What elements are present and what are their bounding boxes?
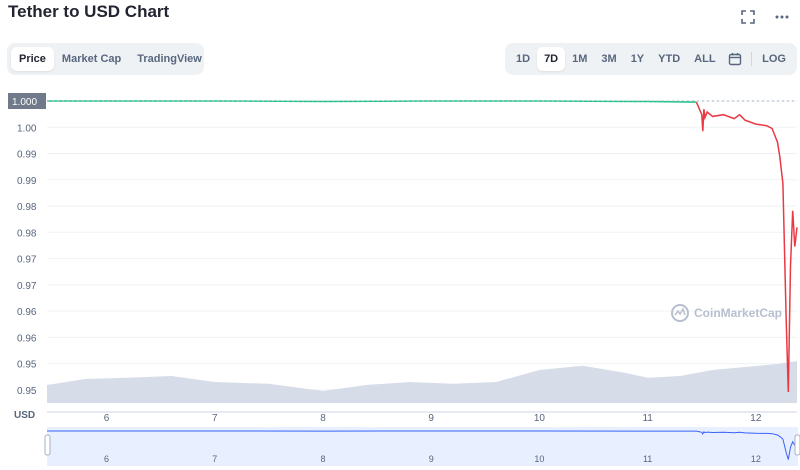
y-tick-label: 0.97 <box>17 255 37 266</box>
expand-button[interactable] <box>737 6 759 28</box>
x-axis: 6 7 8 9 10 11 12 <box>104 413 762 424</box>
x-tick-label: 9 <box>428 413 434 424</box>
y-tick-label: 0.95 <box>17 386 37 397</box>
x-tick-label: 12 <box>750 413 762 424</box>
x-tick-label: 11 <box>642 413 653 424</box>
range-1y[interactable]: 1Y <box>624 47 651 71</box>
navigator-left-handle[interactable] <box>44 434 51 456</box>
navigator-x-tick-label: 9 <box>429 454 434 464</box>
navigator-right-handle[interactable] <box>794 434 800 456</box>
y-tick-label: 0.98 <box>17 228 37 239</box>
y-tick-label: 0.99 <box>17 176 37 187</box>
x-tick-label: 7 <box>212 413 218 424</box>
expand-icon <box>741 10 755 24</box>
y-axis-unit-label: USD <box>14 410 35 421</box>
more-button[interactable] <box>771 6 793 28</box>
y-tick-label: 0.96 <box>17 333 37 344</box>
range-3m[interactable]: 3M <box>594 47 623 71</box>
navigator-background <box>47 427 798 466</box>
range-navigator[interactable]: 6 7 8 9 10 11 12 <box>44 427 800 466</box>
range-1d[interactable]: 1D <box>509 47 537 71</box>
log-scale-toggle[interactable]: LOG <box>755 47 793 71</box>
calendar-icon <box>729 53 742 66</box>
x-tick-label: 10 <box>534 413 546 424</box>
chart-grid <box>47 100 797 391</box>
chart-type-tabs: Price Market Cap TradingView <box>7 43 204 75</box>
more-horizontal-icon <box>775 15 789 19</box>
range-all[interactable]: ALL <box>687 47 722 71</box>
y-tick-label: 0.98 <box>17 202 37 213</box>
navigator-x-tick-label: 8 <box>320 454 325 464</box>
y-tick-label: 0.96 <box>17 307 37 318</box>
range-7d[interactable]: 7D <box>537 47 566 71</box>
range-selector: 1D 7D 1M 3M 1Y YTD ALL LOG <box>505 43 797 75</box>
watermark: CoinMarketCap <box>670 303 782 323</box>
y-tick-label: 0.95 <box>17 360 37 371</box>
navigator-x-tick-label: 6 <box>104 454 109 464</box>
tab-price[interactable]: Price <box>11 47 54 71</box>
range-ytd[interactable]: YTD <box>651 47 687 71</box>
date-picker-button[interactable] <box>723 47 749 71</box>
separator <box>751 52 753 66</box>
page-title: Tether to USD Chart <box>8 2 170 21</box>
price-line <box>47 100 798 393</box>
navigator-x-tick-label: 7 <box>212 454 217 464</box>
y-tick-label: 0.97 <box>17 281 37 292</box>
y-tick-label: 1.00 <box>17 123 37 134</box>
price-line-down <box>695 101 798 393</box>
current-price-label: 1.000 <box>12 97 37 108</box>
price-chart[interactable]: 1.000 1.00 0.99 0.99 0.98 0.98 0.97 0.97 0.96 0.9… <box>0 90 800 470</box>
coinmarketcap-logo-icon <box>671 304 689 322</box>
x-tick-label: 6 <box>104 413 110 424</box>
x-tick-label: 8 <box>320 413 326 424</box>
tab-market-cap[interactable]: Market Cap <box>54 47 129 71</box>
range-1m[interactable]: 1M <box>565 47 594 71</box>
tab-tradingview[interactable]: TradingView <box>129 47 210 71</box>
navigator-x-tick-label: 11 <box>643 454 652 464</box>
y-axis: 1.000 1.00 0.99 0.99 0.98 0.98 0.97 0.97 0.96 0.9… <box>8 93 797 397</box>
navigator-x-tick-label: 10 <box>534 454 544 464</box>
volume-area <box>47 361 797 403</box>
y-tick-label: 0.99 <box>17 150 37 161</box>
navigator-x-tick-label: 12 <box>751 454 761 464</box>
